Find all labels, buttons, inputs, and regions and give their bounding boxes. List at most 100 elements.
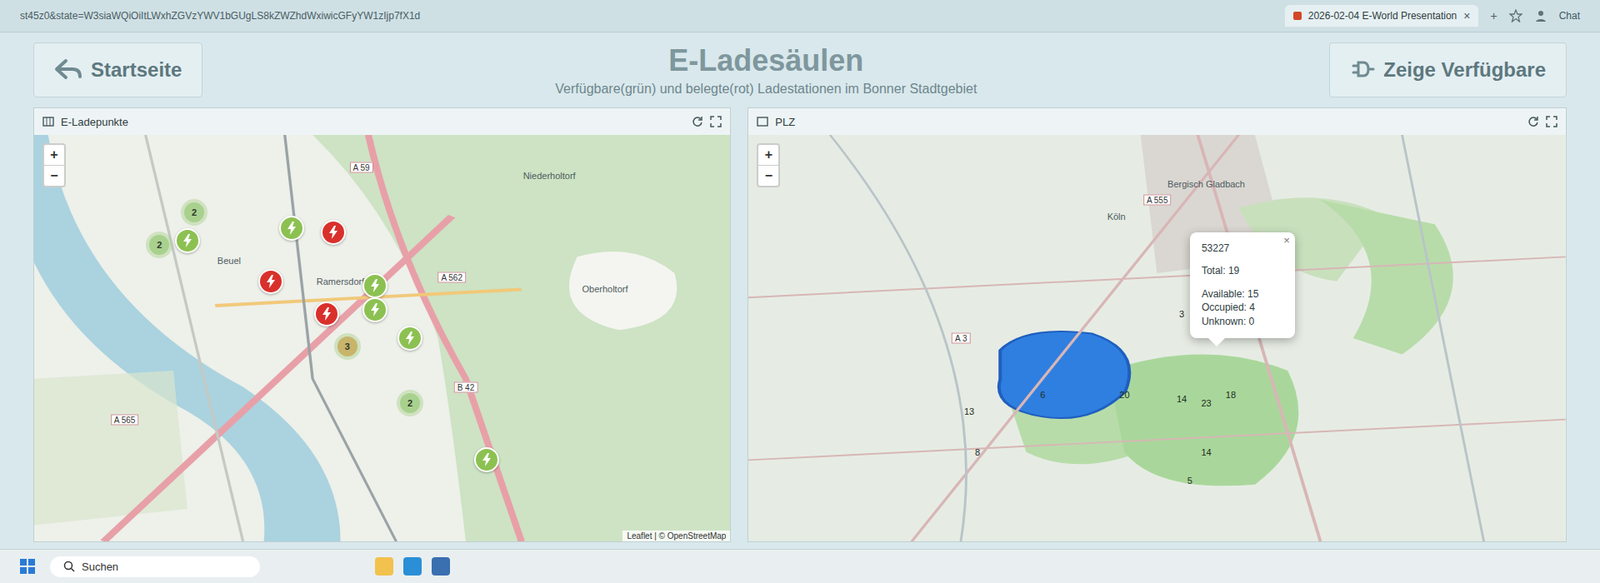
lightning-icon	[370, 279, 380, 293]
postcode-popup: × 53227 Total: 19 Available: 15Occupied: 4U…	[1190, 232, 1295, 339]
place-label: Oberholtorf	[581, 284, 628, 295]
map-attribution: Leaflet | © OpenStreetMap	[622, 530, 730, 542]
windows-icon[interactable]	[20, 559, 35, 575]
browser-bar: st45z0&state=W3siaWQiOiItLWxhZGVzYWV1bGU…	[0, 0, 1600, 33]
show-available-button[interactable]: Zeige Verfügbare	[1329, 42, 1567, 98]
taskbar: Suchen	[0, 549, 1600, 583]
panel-title: PLZ	[775, 115, 795, 129]
map-icon	[756, 115, 769, 128]
map-tiles	[34, 135, 730, 542]
place-label: Beuel	[217, 255, 241, 266]
panel-header: E-Ladepunkte	[34, 108, 730, 135]
place-label: Niederholtorf	[523, 170, 576, 181]
road-label: A 3	[951, 333, 970, 345]
postcode-panel: PLZ Köln Bergisch Gladbach A 3 A 555 20 14 23 18…	[747, 107, 1567, 543]
profile-icon[interactable]	[1534, 9, 1548, 23]
place-label: Bergisch Gladbach	[1167, 179, 1245, 190]
available-station-pin[interactable]	[279, 215, 305, 241]
available-station-pin[interactable]	[397, 325, 423, 351]
region-count[interactable]: 3	[1179, 309, 1185, 320]
popup-line: Total: 19	[1201, 264, 1277, 278]
zoom-control: +−	[42, 143, 66, 188]
fullscreen-icon[interactable]	[1545, 115, 1558, 128]
taskbar-apps	[375, 557, 450, 576]
search-icon	[63, 560, 75, 573]
back-arrow-icon	[54, 58, 83, 82]
region-count[interactable]: 14	[1200, 447, 1211, 458]
place-label: Ramersdorf	[316, 276, 365, 287]
favicon-icon	[1293, 11, 1302, 20]
lightning-icon	[481, 453, 492, 467]
title-block: E-Ladesäulen Verfügbare(grün) und belegte…	[227, 43, 1305, 97]
occupied-station-pin[interactable]	[320, 220, 346, 245]
lightning-icon	[328, 225, 339, 240]
popup-line: Unknown: 0	[1201, 315, 1277, 329]
zoom-button[interactable]: −	[758, 165, 779, 186]
edge-icon[interactable]	[403, 557, 422, 576]
screen: st45z0&state=W3siaWQiOiItLWxhZGVzYWV1bGU…	[0, 0, 1600, 583]
popup-line: Available: 15	[1201, 287, 1277, 301]
store-icon[interactable]	[431, 557, 450, 576]
marker-cluster[interactable]: 3	[337, 336, 358, 357]
place-label: Köln	[1107, 211, 1126, 222]
available-station-pin[interactable]	[362, 297, 388, 323]
popup-close[interactable]: ×	[1283, 234, 1290, 247]
postcode-map[interactable]: Köln Bergisch Gladbach A 3 A 555 20 14 23 18 13 8…	[748, 135, 1566, 542]
panel-header: PLZ	[748, 108, 1566, 135]
browser-tab[interactable]: 2026-02-04 E-World Presentation ×	[1285, 5, 1480, 27]
available-station-pin[interactable]	[474, 447, 500, 473]
lightning-icon	[370, 303, 380, 317]
zoom-button[interactable]: +	[44, 145, 65, 165]
popup-line: Occupied: 4	[1201, 300, 1277, 315]
marker-cluster[interactable]: 2	[149, 235, 170, 255]
map-icon	[42, 115, 55, 128]
tab-title: 2026-02-04 E-World Presentation	[1308, 10, 1458, 22]
road-label: A 565	[110, 414, 140, 425]
road-label: A 562	[437, 271, 466, 283]
app-header: Startseite E-Ladesäulen Verfügbare(grün) u…	[0, 32, 1600, 108]
occupied-station-pin[interactable]	[258, 269, 284, 295]
road-label: A 59	[350, 162, 374, 174]
lightning-icon	[182, 234, 193, 248]
zoom-control: +−	[756, 143, 780, 188]
marker-cluster[interactable]: 2	[184, 202, 205, 223]
available-station-pin[interactable]	[362, 273, 388, 299]
region-count[interactable]: 5	[1187, 475, 1193, 486]
lightning-icon	[405, 331, 415, 345]
road-label: A 555	[1143, 195, 1172, 206]
region-count[interactable]: 6	[1040, 390, 1045, 400]
region-count[interactable]: 8	[975, 447, 980, 458]
lightning-icon	[321, 307, 332, 321]
star-icon[interactable]	[1509, 9, 1523, 23]
refresh-icon[interactable]	[691, 115, 704, 128]
marker-cluster[interactable]: 2	[400, 393, 420, 414]
zoom-button[interactable]: +	[758, 145, 779, 165]
fullscreen-icon[interactable]	[710, 115, 722, 128]
popup-tip	[1208, 338, 1225, 347]
lightning-icon	[265, 275, 276, 289]
region-count[interactable]: 13	[964, 406, 975, 417]
zoom-button[interactable]: −	[44, 165, 65, 186]
charging-map[interactable]: A 59A 562A 565B 42BeuelRamersdorfNiederh…	[34, 135, 730, 542]
region-count[interactable]: 23	[1200, 398, 1211, 409]
file-explorer-icon[interactable]	[375, 557, 394, 576]
panels: E-LadepunkteA 59A 562A 565B 42BeuelRamer…	[0, 107, 1600, 550]
occupied-station-pin[interactable]	[314, 301, 340, 327]
chat-button[interactable]: Chat	[1559, 10, 1580, 22]
plug-icon	[1350, 59, 1375, 81]
home-label: Startseite	[90, 58, 182, 82]
tab-close[interactable]: ×	[1463, 9, 1470, 23]
search-placeholder: Suchen	[81, 560, 119, 574]
address-bar[interactable]: st45z0&state=W3siaWQiOiItLWxhZGVzYWV1bGU…	[20, 10, 1274, 22]
taskbar-search[interactable]: Suchen	[50, 556, 260, 578]
home-button[interactable]: Startseite	[33, 42, 203, 98]
region-count[interactable]: 20	[1119, 390, 1130, 400]
region-count[interactable]: 18	[1225, 390, 1236, 400]
page-subtitle: Verfügbare(grün) und belegte(rot) Ladest…	[227, 81, 1305, 97]
available-station-pin[interactable]	[175, 228, 200, 254]
popup-postcode: 53227	[1201, 242, 1277, 255]
new-tab-button[interactable]: +	[1490, 9, 1497, 23]
region-count[interactable]: 14	[1176, 394, 1187, 405]
refresh-icon[interactable]	[1527, 115, 1540, 128]
page-title: E-Ladesäulen	[227, 43, 1305, 79]
